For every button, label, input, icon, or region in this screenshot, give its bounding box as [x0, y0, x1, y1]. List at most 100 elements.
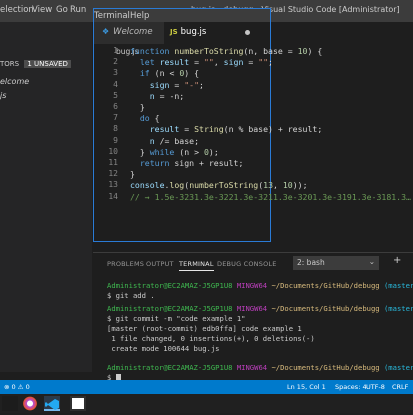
file-explorer-icon[interactable] [70, 396, 86, 411]
terminal-select-value: 2: bash [297, 258, 325, 267]
code-token: 10 [297, 46, 308, 56]
code-token: = [189, 57, 204, 68]
tab-label: bug.js [180, 27, 207, 37]
line-number: 4 [113, 79, 118, 89]
js-file-icon: JS [170, 28, 178, 36]
editor-tabs: ❖ Welcome JS bug.js [94, 22, 270, 44]
code-token: sign [223, 57, 244, 68]
code-line: function numberToString(n, base = 10) { [130, 46, 322, 56]
line-number: 2 [113, 57, 118, 67]
code-token: "" [203, 57, 214, 68]
line-number: 6 [113, 102, 118, 111]
code-token: = [243, 57, 259, 68]
indentation-status[interactable]: Spaces: 4 [335, 383, 367, 391]
menu-selection[interactable]: election [0, 5, 34, 15]
tab-welcome[interactable]: ❖ Welcome [94, 22, 164, 44]
menu-run[interactable]: Run [70, 5, 86, 15]
start-icon[interactable] [2, 396, 18, 411]
menu-go[interactable]: Go [56, 5, 68, 15]
warning-icon: ⚠ [17, 383, 24, 391]
chevron-down-icon: ⌄ [368, 257, 375, 266]
menu-help[interactable]: Help [130, 11, 149, 21]
chrome-icon[interactable] [22, 396, 38, 411]
open-editor-welcome[interactable]: elcome [0, 77, 29, 86]
code-line: } [130, 169, 135, 179]
line-number: 11 [108, 158, 118, 167]
code-token: (n < [154, 68, 180, 79]
code-line: result = String(n % base) + result; [130, 124, 323, 135]
menu-terminal[interactable]: Terminal [94, 11, 130, 21]
code-token: ) { [307, 46, 323, 56]
code-line: if (n < 0) { [130, 68, 199, 78]
code-token: = -n; [154, 90, 185, 101]
error-count: 0 [11, 383, 16, 391]
code-token: = [169, 79, 185, 90]
eol-status[interactable]: CRLF [392, 383, 408, 391]
tab-terminal[interactable]: TERMINAL [179, 260, 214, 271]
code-token: // → 1.5e-3231.3e-3221.3e-3211.3e-3201.3… [130, 191, 411, 202]
code-token: numberToString [174, 46, 244, 56]
windows-taskbar [0, 394, 413, 413]
menu-view[interactable]: View [32, 5, 52, 15]
explorer-sidebar: TORS 1 UNSAVED elcome js [0, 22, 92, 372]
code-token: console [130, 180, 165, 191]
code-line: } while (n > 0); [130, 147, 219, 157]
cursor-position[interactable]: Ln 15, Col 1 [287, 383, 326, 391]
tab-bugjs[interactable]: JS bug.js [164, 22, 270, 44]
code-token: function [130, 46, 175, 56]
tab-label: Welcome [113, 27, 153, 37]
terminal-select[interactable]: 2: bash ⌄ [293, 256, 379, 270]
code-line: } [130, 102, 145, 112]
code-token: , [273, 180, 283, 191]
line-number: 14 [108, 191, 118, 201]
code-line: console.log(numberToString(13, 10)); [130, 180, 308, 190]
code-editor[interactable]: 1 function numberToString(n, base = 10) {… [93, 44, 413, 204]
code-line: n = -n; [130, 90, 185, 101]
code-token: result [149, 124, 180, 135]
code-token: /= base; [154, 135, 200, 146]
vscode-taskbar-icon[interactable] [44, 396, 60, 411]
code-line: do { [130, 113, 160, 123]
code-line: n /= base; [130, 136, 199, 146]
new-terminal-button[interactable]: + [393, 255, 401, 266]
code-token: } [130, 146, 150, 157]
terminal-output-line: [master (root-commit) edb0ffa] code exam… [107, 324, 302, 333]
tab-output[interactable]: OUTPUT [146, 260, 174, 268]
code-token: = [179, 124, 195, 135]
code-token: } [130, 102, 145, 112]
code-token: 10 [282, 180, 293, 191]
unsaved-badge: 1 UNSAVED [24, 60, 71, 68]
unsaved-dot-icon[interactable] [245, 30, 250, 35]
code-token: (n % base) + result; [223, 124, 323, 135]
warning-count: 0 [25, 383, 30, 391]
editor-window-menubar: Terminal Help [94, 9, 270, 22]
code-token: (n > [179, 146, 204, 157]
terminal-output-line: create mode 100644 bug.js [107, 344, 220, 353]
open-editors-header[interactable]: TORS 1 UNSAVED [0, 60, 71, 68]
open-editor-bugjs[interactable]: js [0, 91, 6, 100]
line-number: 3 [113, 68, 118, 78]
code-token: let [139, 57, 160, 68]
encoding-status[interactable]: UTF-8 [366, 383, 385, 391]
code-line: sign = "-"; [130, 80, 204, 90]
tab-debug-console[interactable]: DEBUG CONSOLE [217, 260, 277, 268]
line-number: 8 [113, 124, 118, 134]
code-token: { [154, 113, 160, 124]
code-token: "-" [184, 79, 200, 90]
code-token: 13 [263, 180, 273, 191]
problems-status[interactable]: ⊗ 0 ⚠ 0 [4, 383, 30, 391]
error-icon: ⊗ [4, 383, 10, 391]
terminal-prompt-line: Administrator@EC2AMAZ-J5GP1U8 MINGW64 ~/… [107, 304, 413, 313]
terminal-prompt-line: Administrator@EC2AMAZ-J5GP1U8 MINGW64 ~/… [107, 281, 413, 290]
tab-problems[interactable]: PROBLEMS [107, 260, 144, 268]
open-editors-label: TORS [0, 60, 20, 68]
status-bar: ⊗ 0 ⚠ 0 Ln 15, Col 1 Spaces: 4 UTF-8 CRL… [0, 380, 413, 394]
code-token: do [139, 113, 155, 124]
code-token: log [169, 180, 185, 191]
line-number: 12 [108, 169, 118, 179]
